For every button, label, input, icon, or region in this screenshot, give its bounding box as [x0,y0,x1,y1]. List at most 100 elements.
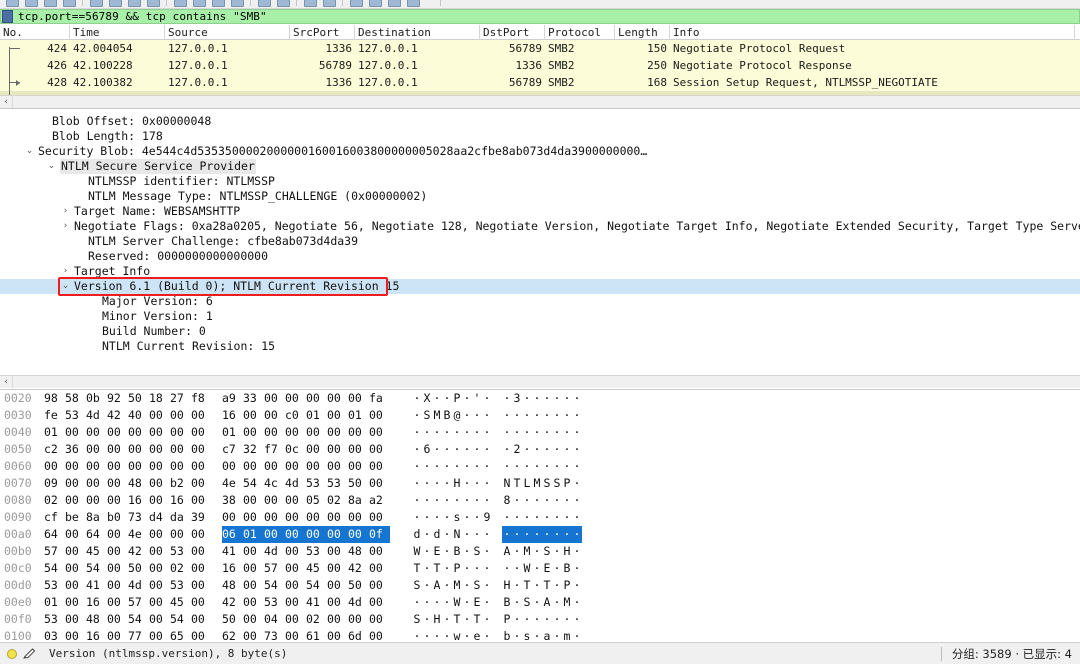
ascii-char[interactable]: · [542,526,552,543]
ascii-char[interactable]: · [502,390,512,407]
hex-byte[interactable]: 00 [369,577,390,594]
open-file-icon[interactable] [90,0,103,7]
ascii-char[interactable]: · [442,628,452,642]
tree-row-selected[interactable]: ⌄ Version 6.1 (Build 0); NTLM Current Rev… [0,279,1080,294]
ascii-char[interactable]: · [432,492,442,509]
hex-byte[interactable]: 00 [285,509,306,526]
ascii-char[interactable]: · [432,509,442,526]
hex-byte[interactable]: 02 [44,492,65,509]
hex-byte[interactable]: cf [44,509,65,526]
hex-byte[interactable]: 00 [65,475,86,492]
hex-byte[interactable]: 54 [170,611,191,628]
ascii-char[interactable]: · [552,492,562,509]
ascii-char[interactable]: · [462,407,472,424]
packet-bytes-pane[interactable]: 0020 98 58 0b 92 50 18 27 f8 a9 33 00 00 00 00 00 fa · X · ·… [0,389,1080,642]
hex-byte[interactable]: 54 [306,577,327,594]
hex-byte[interactable]: 58 [65,390,86,407]
ascii-char[interactable]: · [422,611,432,628]
hex-byte[interactable]: 8a [86,509,107,526]
hex-byte[interactable]: 54 [44,560,65,577]
ascii-char[interactable]: · [572,577,582,594]
hex-byte[interactable]: 50 [222,611,243,628]
ascii-char[interactable]: · [482,594,492,611]
hex-byte[interactable]: 53 [264,594,285,611]
hex-byte[interactable]: 00 [107,526,128,543]
ascii-char[interactable]: · [482,424,492,441]
hex-byte[interactable]: 00 [170,407,191,424]
ascii-char[interactable]: · [532,492,542,509]
ascii-char[interactable]: · [422,628,432,642]
hex-byte[interactable]: 00 [348,424,369,441]
hex-byte[interactable]: 00 [285,424,306,441]
hex-byte[interactable]: 00 [327,611,348,628]
ascii-char[interactable]: · [562,458,572,475]
hex-byte[interactable]: 00 [191,611,212,628]
ascii-char[interactable]: E [472,594,482,611]
hex-byte[interactable]: c2 [44,441,65,458]
hex-byte[interactable]: 00 [327,560,348,577]
hex-byte[interactable]: 53 [327,475,348,492]
ascii-char[interactable]: · [482,526,492,543]
ascii-char[interactable]: · [472,475,482,492]
go-to-packet-icon[interactable] [231,0,244,7]
ascii-char[interactable]: · [532,543,542,560]
hex-byte[interactable]: 00 [369,560,390,577]
packet-list-hscrollbar[interactable]: ‹ [0,95,1080,108]
ascii-char[interactable]: 2 [512,441,522,458]
hex-row[interactable]: 00f0 53 00 48 00 54 00 54 00 50 00 04 00 02 00 00 00 S · H ·… [0,611,1080,628]
hex-byte[interactable]: 41 [306,594,327,611]
ascii-char[interactable]: · [572,390,582,407]
ascii-char[interactable]: · [572,594,582,611]
ascii-char[interactable]: · [532,390,542,407]
ascii-char[interactable]: · [522,441,532,458]
hex-byte[interactable]: 00 [170,441,191,458]
hex-byte[interactable]: 02 [306,611,327,628]
ascii-char[interactable]: · [562,509,572,526]
ascii-char[interactable]: · [572,526,582,543]
ascii-char[interactable]: · [412,594,422,611]
column-header-srcport[interactable]: SrcPort [290,25,355,40]
chevron-right-icon[interactable]: › [60,264,71,279]
column-header-length[interactable]: Length [615,25,670,40]
ascii-char[interactable]: P [562,475,572,492]
hex-byte[interactable]: 4e [222,475,243,492]
hex-byte[interactable]: 16 [222,560,243,577]
ascii-char[interactable]: · [552,424,562,441]
hex-byte[interactable]: 16 [170,492,191,509]
hex-byte[interactable]: 00 [191,628,212,642]
ascii-char[interactable]: M [452,577,462,594]
ascii-char[interactable]: d [432,526,442,543]
ascii-char[interactable]: · [522,390,532,407]
tree-row[interactable]: ⌄ Security Blob: 4e544c4d5353500002000000… [0,144,1080,159]
hex-byte[interactable]: da [170,509,191,526]
hex-byte[interactable]: 00 [327,458,348,475]
save-file-icon[interactable] [109,0,122,7]
ascii-char[interactable]: · [512,458,522,475]
hex-byte[interactable]: 00 [149,526,170,543]
tree-row[interactable]: NTLMSSP identifier: NTLMSSP [0,174,1080,189]
hex-byte[interactable]: 00 [327,424,348,441]
ascii-char[interactable]: · [462,441,472,458]
ascii-char[interactable]: · [522,407,532,424]
ascii-char[interactable]: · [482,475,492,492]
hex-byte[interactable]: 16 [222,407,243,424]
expert-info-pencil-icon[interactable] [23,647,36,660]
ascii-char[interactable]: · [512,526,522,543]
hex-byte[interactable]: 42 [128,543,149,560]
ascii-char[interactable]: · [482,628,492,642]
colorize-icon[interactable] [323,0,336,7]
hex-byte[interactable]: 00 [107,560,128,577]
hex-byte[interactable]: 54 [243,475,264,492]
packet-detail-hscrollbar[interactable]: ‹ [0,375,1080,388]
hex-byte[interactable]: 16 [128,492,149,509]
ascii-char[interactable]: · [442,475,452,492]
hex-byte[interactable]: 00 [191,441,212,458]
ascii-char[interactable]: T [412,560,422,577]
ascii-char[interactable]: b [502,628,512,642]
ascii-char[interactable]: · [442,509,452,526]
start-capture-icon[interactable] [6,0,19,7]
hex-byte[interactable]: 77 [128,628,149,642]
tree-row[interactable]: Major Version: 6 [0,294,1080,309]
hex-byte[interactable]: 00 [128,441,149,458]
hex-byte[interactable]: 00 [348,458,369,475]
